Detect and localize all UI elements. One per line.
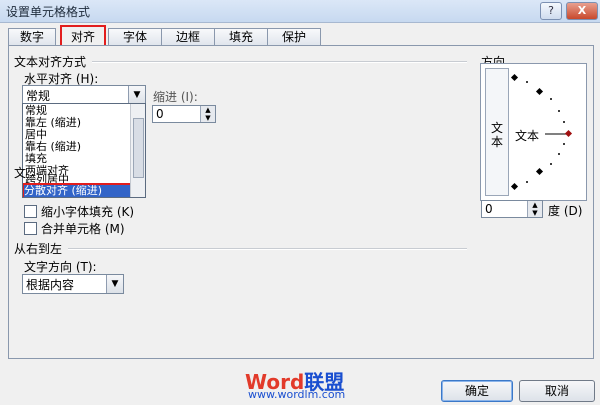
chevron-down-icon[interactable]: ▼	[128, 86, 145, 104]
merge-cells-checkbox[interactable]	[24, 222, 37, 235]
dial-dot	[526, 181, 528, 183]
scrollbar-thumb[interactable]	[133, 118, 144, 178]
dial-dot	[558, 153, 560, 155]
horizontal-align-dropdown[interactable]: 常规 ▼	[22, 85, 146, 105]
degree-value: 0	[485, 202, 493, 216]
dial-marker-icon	[535, 87, 544, 96]
rtl-group-title: 从右到左	[14, 242, 63, 256]
title-bar: 设置单元格格式 ? X	[0, 0, 600, 23]
dial-dot	[563, 121, 565, 123]
text-control-group-title-partial: 文	[14, 166, 27, 180]
dial-dot	[550, 163, 552, 165]
vertical-text-label: 文本	[491, 121, 504, 149]
indent-label: 缩进 (I):	[153, 90, 198, 104]
text-direction-value: 根据内容	[26, 278, 75, 292]
dial-dot	[550, 98, 552, 100]
shrink-to-fit-label: 缩小字体填充 (K)	[41, 205, 135, 219]
tab-protection[interactable]: 保护	[267, 28, 321, 46]
close-button[interactable]: X	[566, 2, 598, 20]
tab-fill[interactable]: 填充	[214, 28, 268, 46]
text-alignment-group-title: 文本对齐方式	[14, 55, 87, 69]
shrink-to-fit-checkbox[interactable]	[24, 205, 37, 218]
ok-button[interactable]: 确定	[441, 380, 513, 402]
dial-handle-icon	[564, 129, 573, 138]
tab-border[interactable]: 边框	[161, 28, 215, 46]
spinner-arrows-icon[interactable]: ▲ ▼	[200, 106, 215, 122]
dial-dot	[563, 143, 565, 145]
indent-value: 0	[156, 107, 164, 121]
dialog-title: 设置单元格格式	[6, 5, 91, 19]
format-cells-dialog: 设置单元格格式 ? X 数字 对齐 字体 边框 填充 保护 文本对齐方式 水平对…	[0, 0, 600, 405]
dial-marker-icon	[510, 73, 519, 82]
horizontal-align-value: 常规	[26, 89, 51, 103]
horizontal-align-options-list[interactable]: 常规 靠左 (缩进) 居中 靠右 (缩进) 填充 两端对齐 跨列居中 分散对齐 …	[22, 103, 146, 198]
dial-text-label: 文本	[515, 129, 540, 143]
text-direction-label: 文字方向 (T):	[24, 260, 97, 274]
group-divider	[92, 61, 467, 63]
degree-spinner[interactable]: 0 ▲ ▼	[481, 200, 543, 218]
dial-dot	[526, 81, 528, 83]
watermark-url: www.wordlm.com	[248, 388, 346, 401]
options-scrollbar[interactable]	[130, 104, 145, 197]
indent-spinner[interactable]: 0 ▲ ▼	[152, 105, 216, 123]
orientation-box[interactable]: 文本 文本	[480, 63, 587, 201]
group-divider	[68, 248, 467, 250]
dial-marker-icon	[535, 167, 544, 176]
text-direction-dropdown[interactable]: 根据内容 ▼	[22, 274, 124, 294]
tab-font[interactable]: 字体	[108, 28, 162, 46]
tab-number[interactable]: 数字	[8, 28, 56, 46]
dial-marker-icon	[510, 182, 519, 191]
degree-label: 度 (D)	[548, 204, 583, 218]
cancel-button[interactable]: 取消	[519, 380, 595, 402]
spinner-arrows-icon[interactable]: ▲ ▼	[527, 201, 542, 217]
dial-dot	[558, 110, 560, 112]
option-distributed-selected[interactable]: 分散对齐 (缩进)	[23, 183, 141, 197]
chevron-down-icon[interactable]: ▼	[106, 275, 123, 293]
merge-cells-label: 合并单元格 (M)	[41, 222, 125, 236]
vertical-text-button[interactable]: 文本	[485, 68, 509, 196]
help-button[interactable]: ?	[540, 2, 562, 20]
